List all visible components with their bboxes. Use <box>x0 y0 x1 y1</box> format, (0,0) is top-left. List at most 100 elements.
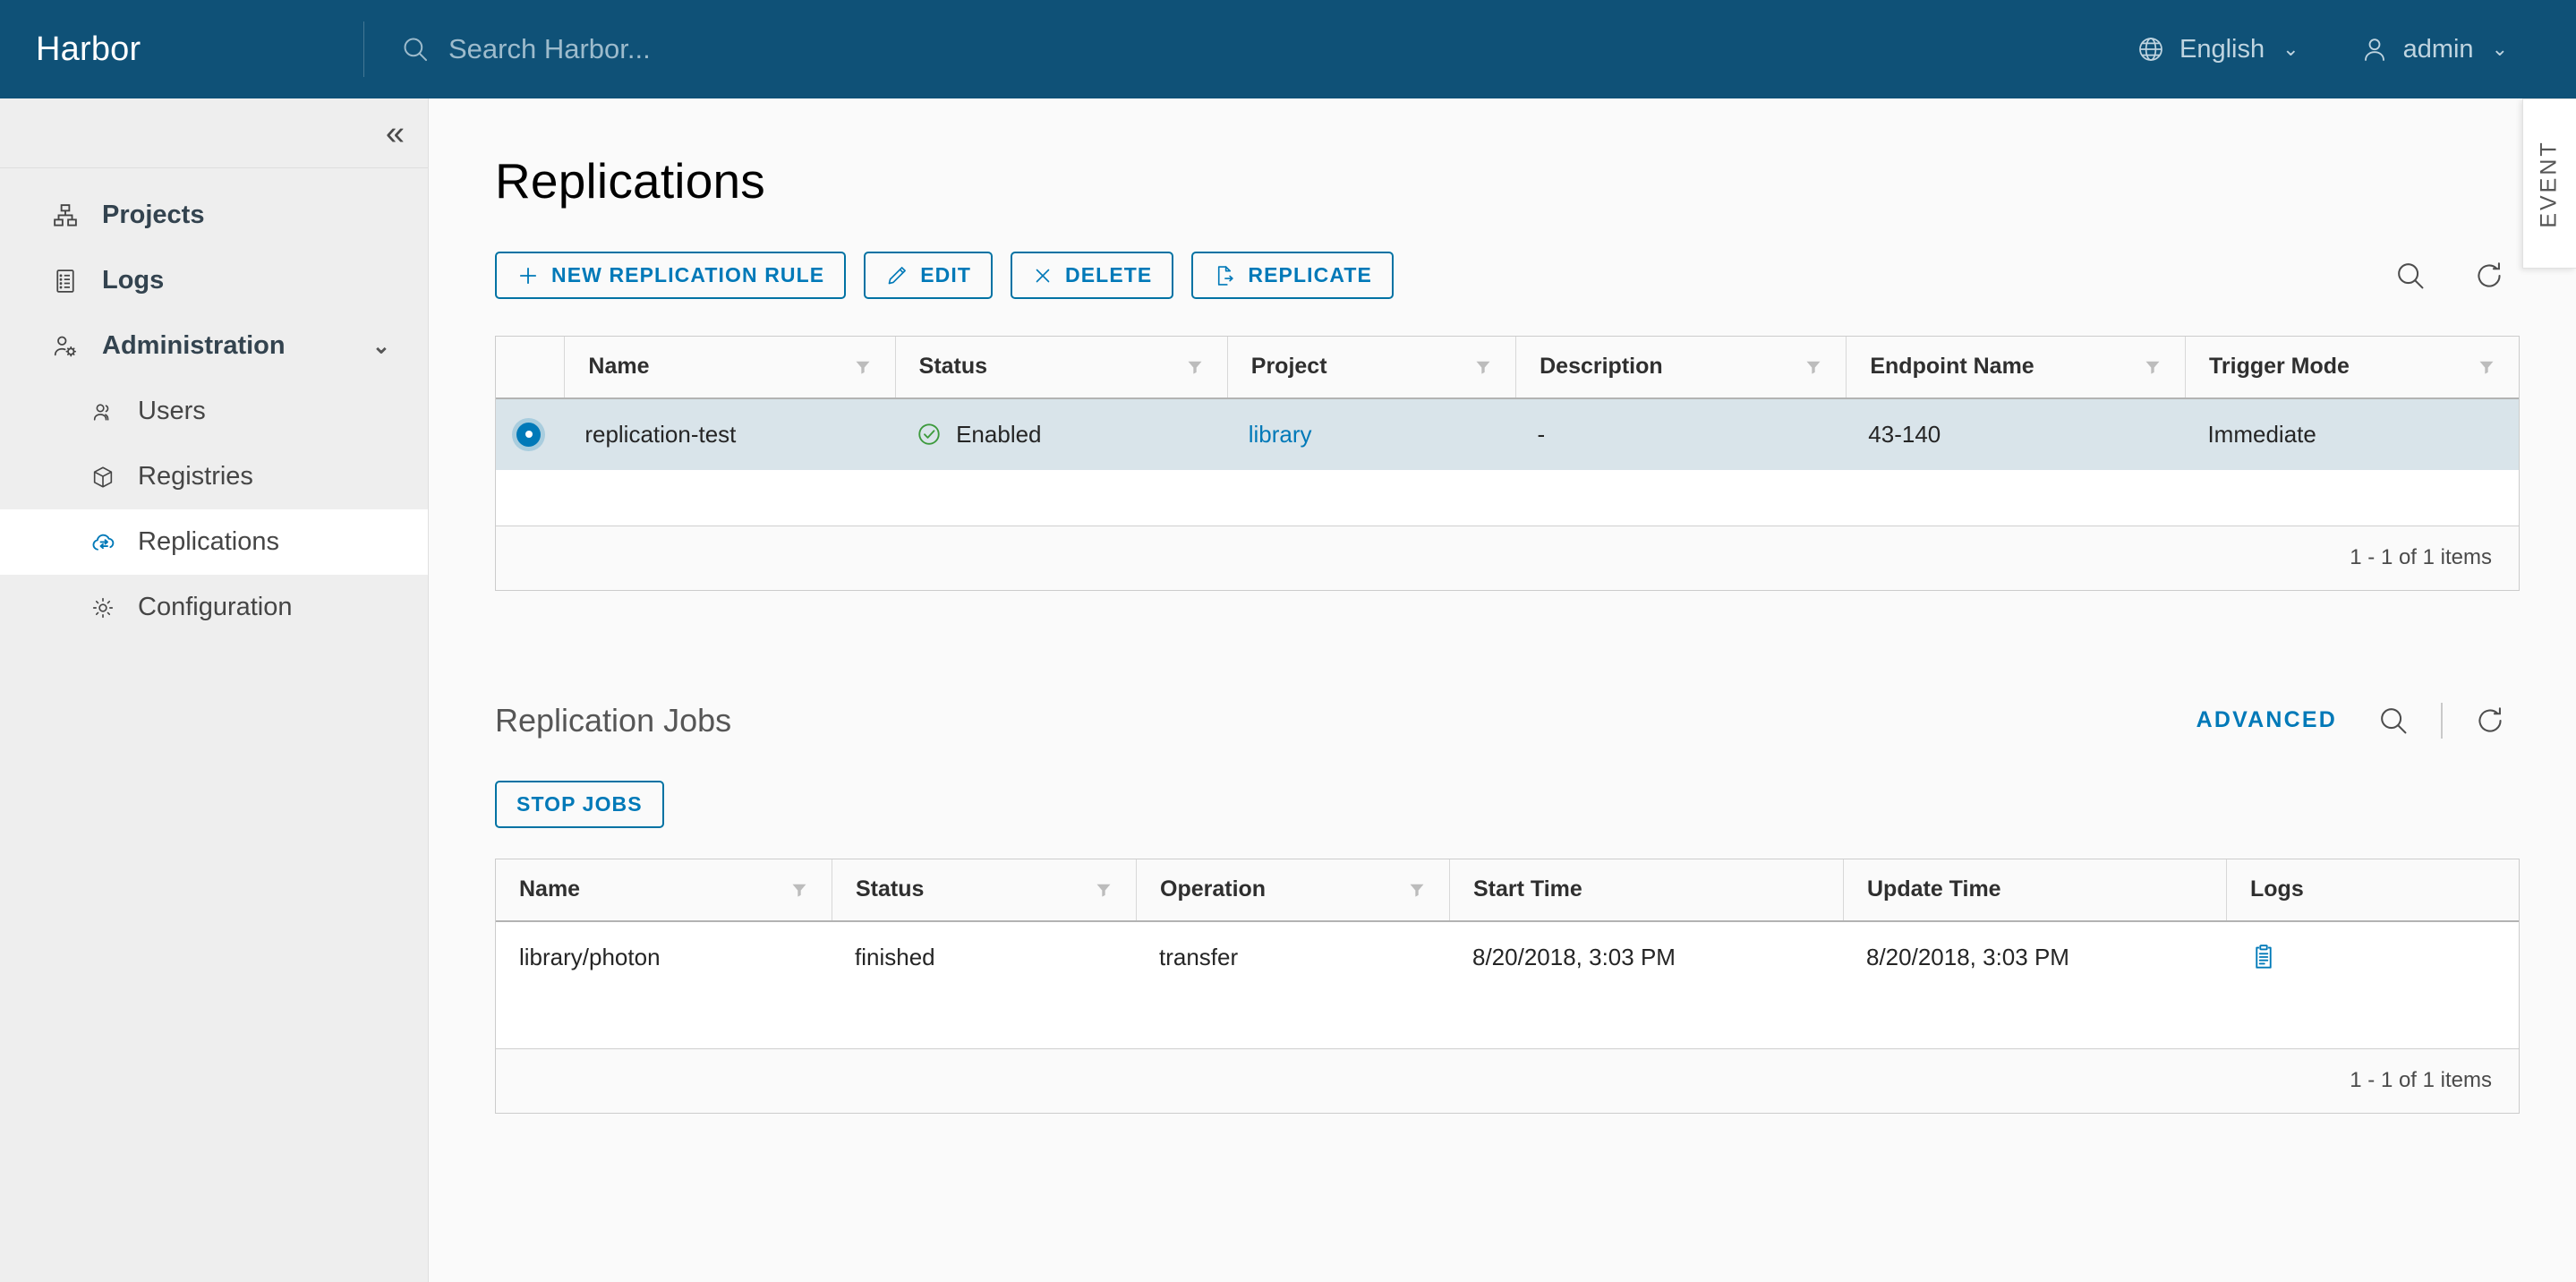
column-header-name[interactable]: Name <box>496 859 832 920</box>
column-header-description[interactable]: Description <box>1515 337 1846 397</box>
jobs-title: Replication Jobs <box>495 702 731 739</box>
sidebar-item-label: Replications <box>138 527 279 557</box>
edit-button[interactable]: EDIT <box>864 252 993 299</box>
cell-project: library <box>1225 399 1514 470</box>
language-selector[interactable]: English ⌄ <box>2106 0 2330 98</box>
status-check-icon <box>916 421 943 448</box>
cell-operation: transfer <box>1136 922 1449 993</box>
replication-rules-grid: Name Status Project <box>495 336 2520 591</box>
search-placeholder-text: Search Harbor... <box>448 33 651 65</box>
button-label: REPLICATE <box>1248 263 1372 287</box>
column-label: Name <box>519 876 580 902</box>
sidebar-item-label: Logs <box>102 266 164 295</box>
column-header-project[interactable]: Project <box>1227 337 1515 397</box>
column-header-name[interactable]: Name <box>564 337 894 397</box>
app-body: « Projects <box>0 98 2576 1282</box>
table-row[interactable]: library/photon finished transfer 8/20/20… <box>496 922 2519 993</box>
configuration-icon <box>90 594 116 621</box>
jobs-search-button[interactable] <box>2364 691 2423 750</box>
column-label: Project <box>1251 354 1327 380</box>
column-header-operation[interactable]: Operation <box>1136 859 1449 920</box>
sidebar-item-label: Registries <box>138 462 253 491</box>
column-label: Start Time <box>1473 876 1582 902</box>
top-header: Harbor Search Harbor... <box>0 0 2576 98</box>
cell-status: finished <box>832 922 1136 993</box>
jobs-refresh-button[interactable] <box>2461 691 2520 750</box>
grid-header-row: Name Status Project <box>496 337 2519 399</box>
button-label: DELETE <box>1065 263 1152 287</box>
filter-icon[interactable] <box>790 881 808 899</box>
user-menu[interactable]: admin ⌄ <box>2330 0 2538 98</box>
cell-logs <box>2226 922 2512 993</box>
global-search[interactable]: Search Harbor... <box>364 0 2106 98</box>
sidebar-item-projects[interactable]: Projects <box>0 183 428 248</box>
new-replication-rule-button[interactable]: NEW REPLICATION RULE <box>495 252 846 299</box>
filter-icon[interactable] <box>1186 358 1204 376</box>
user-label: admin <box>2403 35 2474 64</box>
column-header-status[interactable]: Status <box>895 337 1227 397</box>
sidebar-item-administration[interactable]: Administration ⌄ <box>0 313 428 379</box>
radio-selected-icon[interactable] <box>516 423 541 447</box>
plus-icon <box>516 264 540 287</box>
registries-icon <box>90 464 116 491</box>
rules-search-button[interactable] <box>2381 246 2440 305</box>
sidebar-item-configuration[interactable]: Configuration <box>0 575 428 640</box>
chevron-down-icon: ⌄ <box>2492 38 2508 61</box>
brand-logo[interactable]: Harbor <box>0 0 363 98</box>
sidebar-collapse-button[interactable]: « <box>0 98 428 168</box>
cell-endpoint-name: 43-140 <box>1845 399 2184 470</box>
logs-icon <box>50 266 81 296</box>
filter-icon[interactable] <box>1804 358 1822 376</box>
column-header-start-time[interactable]: Start Time <box>1449 859 1843 920</box>
column-label: Endpoint Name <box>1870 354 2034 380</box>
main-content: Replications NEW REPLICATION RULE <box>429 98 2576 1282</box>
rules-refresh-button[interactable] <box>2460 246 2519 305</box>
cell-name: library/photon <box>496 922 832 993</box>
column-header-trigger-mode[interactable]: Trigger Mode <box>2185 337 2519 397</box>
event-panel-tab[interactable]: EVENT <box>2522 98 2576 269</box>
advanced-filter-link[interactable]: ADVANCED <box>2196 707 2337 733</box>
jobs-toolbar: STOP JOBS <box>495 781 2519 828</box>
grid-empty-space <box>496 993 2519 1048</box>
sidebar-item-registries[interactable]: Registries <box>0 444 428 509</box>
column-header-status[interactable]: Status <box>832 859 1136 920</box>
row-radio-select[interactable] <box>496 399 561 470</box>
sidebar-item-users[interactable]: Users <box>0 379 428 444</box>
delete-button[interactable]: DELETE <box>1011 252 1173 299</box>
filter-icon[interactable] <box>1474 358 1492 376</box>
header-actions: English ⌄ admin ⌄ <box>2106 0 2576 98</box>
sidebar-item-logs[interactable]: Logs <box>0 248 428 313</box>
grid-header-row: Name Status Operation <box>496 859 2519 922</box>
column-label: Update Time <box>1867 876 2001 902</box>
stop-jobs-button[interactable]: STOP JOBS <box>495 781 664 828</box>
pagination-summary: 1 - 1 of 1 items <box>2350 1068 2492 1093</box>
sidebar-nav: Projects Logs <box>0 168 428 640</box>
page-title: Replications <box>495 154 2519 209</box>
cell-description: - <box>1514 399 1846 470</box>
sidebar-item-replications[interactable]: Replications <box>0 509 428 575</box>
sidebar-item-label: Configuration <box>138 593 293 622</box>
replications-icon <box>90 529 116 556</box>
table-row[interactable]: replication-test Enabled librar <box>496 399 2519 470</box>
column-header-endpoint-name[interactable]: Endpoint Name <box>1846 337 2185 397</box>
filter-icon[interactable] <box>2478 358 2495 376</box>
column-header-update-time[interactable]: Update Time <box>1843 859 2226 920</box>
filter-icon[interactable] <box>2144 358 2162 376</box>
project-link[interactable]: library <box>1249 421 1312 449</box>
filter-icon[interactable] <box>854 358 872 376</box>
close-x-icon <box>1032 265 1053 286</box>
button-label: EDIT <box>920 263 971 287</box>
column-header-logs[interactable]: Logs <box>2226 859 2512 920</box>
filter-icon[interactable] <box>1408 881 1426 899</box>
cell-status: Enabled <box>892 399 1225 470</box>
filter-icon[interactable] <box>1095 881 1113 899</box>
language-label: English <box>2179 35 2265 64</box>
harbor-app: Harbor Search Harbor... <box>0 0 2576 1282</box>
replication-jobs-grid: Name Status Operation <box>495 859 2520 1114</box>
cell-trigger-mode: Immediate <box>2184 399 2519 470</box>
column-label: Status <box>856 876 924 902</box>
replicate-button[interactable]: REPLICATE <box>1191 252 1394 299</box>
cell-update-time: 8/20/2018, 3:03 PM <box>1843 922 2226 993</box>
column-label: Status <box>919 354 987 380</box>
clipboard-log-icon[interactable] <box>2249 943 2278 971</box>
